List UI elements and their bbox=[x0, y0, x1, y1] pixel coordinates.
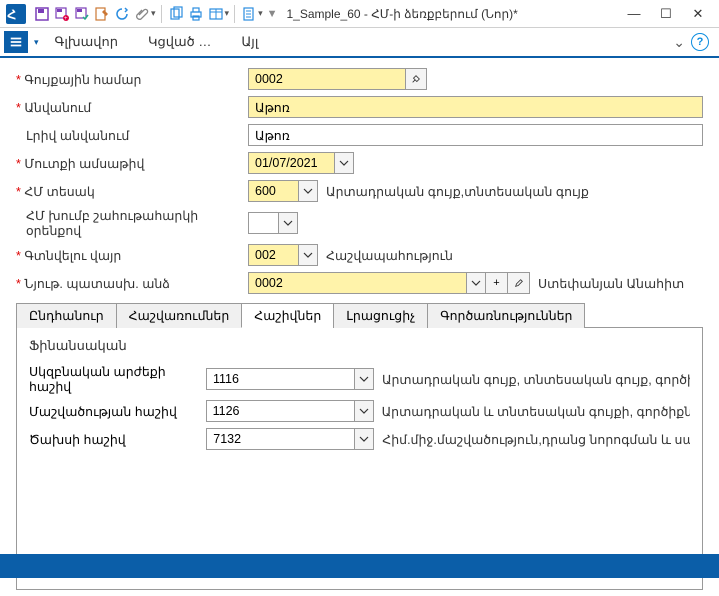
toolbar-icons: + ▾ ▾ ▾ ▼ bbox=[33, 5, 279, 23]
close-button[interactable]: ✕ bbox=[689, 5, 707, 23]
expense-account-dropdown[interactable] bbox=[354, 428, 374, 450]
tab-operations[interactable]: Գործառնություններ bbox=[427, 303, 585, 328]
tab-strip: Ընդհանուր Հաշվառումներ Հաշիվներ Լրացուցի… bbox=[16, 302, 703, 328]
dropdown-caret-icon[interactable]: ▾ bbox=[225, 8, 230, 19]
label-responsible: Նյութ. պատասխ. անձ bbox=[16, 276, 248, 291]
initial-value-account-input[interactable] bbox=[206, 368, 354, 390]
menu-item-main[interactable]: Գլխավոր bbox=[41, 30, 132, 54]
svg-text:Հ: Հ bbox=[7, 8, 16, 22]
refresh-icon[interactable] bbox=[113, 5, 131, 23]
label-fa-type: ՀՄ տեսակ bbox=[16, 184, 248, 199]
label-depreciation-account: Մաշվածության հաշիվ bbox=[29, 404, 206, 419]
label-entry-date: Մուտքի ամսաթիվ bbox=[16, 156, 248, 171]
form-area: Գույքային համար Անվանում Լրիվ անվանում Մ… bbox=[0, 58, 719, 596]
label-inventory-number: Գույքային համար bbox=[16, 72, 248, 87]
save-check-icon[interactable] bbox=[73, 5, 91, 23]
group-title-financial: Ֆինանսական bbox=[29, 338, 690, 354]
initial-value-account-text: Արտադրական գույք, տնտեսական գույք, գործի… bbox=[382, 372, 690, 387]
initial-value-account-dropdown[interactable] bbox=[354, 368, 374, 390]
help-icon[interactable]: ? bbox=[691, 33, 709, 51]
inventory-number-input[interactable] bbox=[248, 68, 406, 90]
fa-type-input[interactable] bbox=[248, 180, 298, 202]
dropdown-caret-icon[interactable]: ▾ bbox=[258, 8, 263, 19]
maximize-button[interactable]: ☐ bbox=[657, 5, 675, 23]
depreciation-account-text: Արտադրական և տնտեսական գույքի, գործիքներ… bbox=[382, 404, 690, 419]
minimize-button[interactable]: — bbox=[625, 5, 643, 23]
full-name-input[interactable] bbox=[248, 124, 703, 146]
responsible-input[interactable] bbox=[248, 272, 466, 294]
app-logo: Հ bbox=[6, 4, 26, 24]
fa-group-input[interactable] bbox=[248, 212, 278, 234]
depreciation-account-input[interactable] bbox=[206, 400, 354, 422]
responsible-add-button[interactable]: + bbox=[486, 272, 508, 294]
edit-icon[interactable] bbox=[93, 5, 111, 23]
entry-date-input[interactable] bbox=[248, 152, 334, 174]
fa-group-dropdown[interactable] bbox=[278, 212, 298, 234]
fa-type-text: Արտադրական գույք,տնտեսական գույք bbox=[318, 184, 589, 199]
save-icon[interactable] bbox=[33, 5, 51, 23]
menu-home-icon[interactable] bbox=[4, 31, 28, 53]
label-location: Գտնվելու վայր bbox=[16, 248, 248, 263]
titlebar: Հ + ▾ ▾ ▾ ▼ 1_Sample_60 - ՀՄ-ի ձեռքբերու… bbox=[0, 0, 719, 28]
table-icon[interactable] bbox=[207, 5, 225, 23]
label-name: Անվանում bbox=[16, 100, 248, 115]
expand-icon[interactable]: ⌄ bbox=[673, 34, 685, 51]
label-full-name: Լրիվ անվանում bbox=[16, 128, 248, 143]
name-input[interactable] bbox=[248, 96, 703, 118]
depreciation-account-dropdown[interactable] bbox=[354, 400, 374, 422]
svg-text:+: + bbox=[64, 16, 68, 22]
menubar: ▾ Գլխավոր Կցված … Այլ ⌄ ? bbox=[0, 28, 719, 58]
tab-accounts[interactable]: Հաշիվներ bbox=[241, 303, 334, 328]
attach-icon[interactable] bbox=[133, 5, 151, 23]
responsible-edit-button[interactable] bbox=[508, 272, 530, 294]
print-icon[interactable] bbox=[187, 5, 205, 23]
location-input[interactable] bbox=[248, 244, 298, 266]
dropdown-caret-icon[interactable]: ▾ bbox=[151, 8, 156, 19]
lookup-button[interactable] bbox=[405, 68, 427, 90]
status-bar bbox=[0, 554, 719, 578]
tab-accounting[interactable]: Հաշվառումներ bbox=[116, 303, 243, 328]
menu-item-other[interactable]: Այլ bbox=[227, 30, 272, 54]
location-text: Հաշվապահություն bbox=[318, 248, 453, 263]
document-icon[interactable] bbox=[240, 5, 258, 23]
window-title: 1_Sample_60 - ՀՄ-ի ձեռքբերում (Նոր)* bbox=[282, 7, 622, 21]
label-fa-group: ՀՄ խումբ շահութահարկի օրենքով bbox=[16, 208, 248, 238]
responsible-text: Ստեփանյան Անահիտ bbox=[530, 276, 684, 291]
responsible-dropdown[interactable] bbox=[466, 272, 486, 294]
date-picker-button[interactable] bbox=[334, 152, 354, 174]
menu-item-attached[interactable]: Կցված … bbox=[134, 30, 225, 54]
fa-type-dropdown[interactable] bbox=[298, 180, 318, 202]
tab-additional[interactable]: Լրացուցիչ bbox=[333, 303, 428, 328]
label-expense-account: Ծախսի հաշիվ bbox=[29, 432, 206, 447]
label-initial-value-account: Սկզբնական արժեքի հաշիվ bbox=[29, 364, 206, 394]
tab-general[interactable]: Ընդհանուր bbox=[16, 303, 117, 328]
dropdown-caret-icon[interactable]: ▾ bbox=[34, 37, 39, 48]
equals-icon: ▼ bbox=[267, 8, 278, 20]
expense-account-text: Հիմ.միջ.մաշվածություն,դրանց նորոգման և ս… bbox=[382, 432, 690, 447]
copy-icon[interactable] bbox=[167, 5, 185, 23]
location-dropdown[interactable] bbox=[298, 244, 318, 266]
save-plus-icon[interactable]: + bbox=[53, 5, 71, 23]
tab-panel-accounts: Ֆինանսական Սկզբնական արժեքի հաշիվ Արտադր… bbox=[16, 328, 703, 590]
expense-account-input[interactable] bbox=[206, 428, 354, 450]
